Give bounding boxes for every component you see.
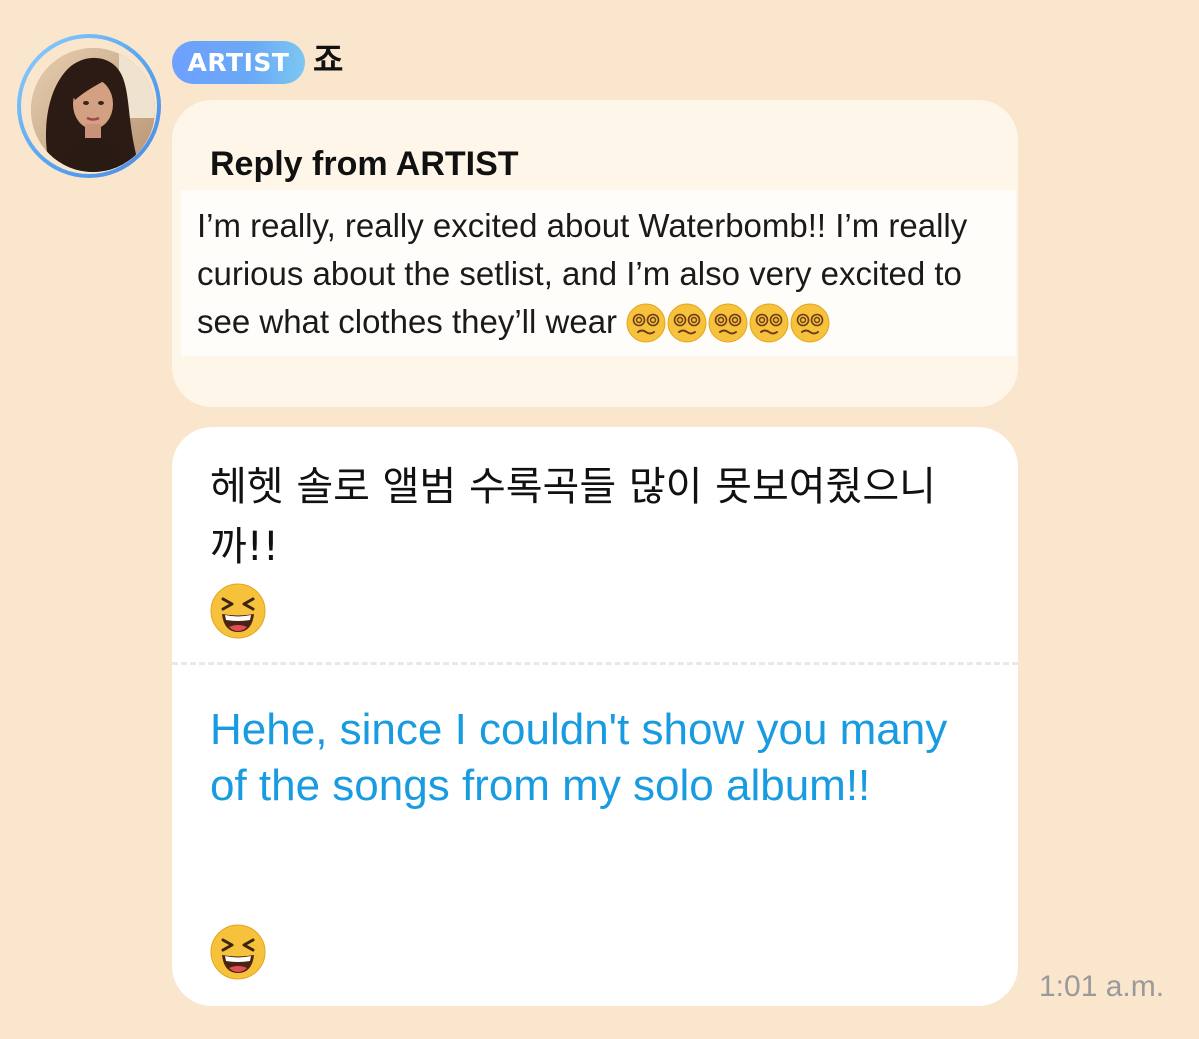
reply-emoji-row [626,303,831,356]
face-with-spiral-eyes-icon [790,303,830,343]
reply-text-body: I’m really, really excited about Waterbo… [197,207,968,340]
message-korean-text: 헤헷 솔로 앨범 수록곡들 많이 못보여줬으니까!! [210,464,936,570]
grinning-squinting-face-icon [210,583,266,639]
message-card[interactable]: 헤헷 솔로 앨범 수록곡들 많이 못보여줬으니까!! Hehe, since I… [172,427,1018,1006]
face-with-spiral-eyes-icon [667,303,707,343]
translation-divider [172,662,1018,665]
message-timestamp: 1:01 a.m. [1039,970,1165,1003]
grinning-squinting-face-icon [210,924,266,980]
artist-badge: ARTIST [172,41,305,84]
face-with-spiral-eyes-icon [708,303,748,343]
reply-quote: I’m really, really excited about Waterbo… [181,190,1016,356]
reply-heading: Reply from ARTIST [210,145,519,183]
face-with-spiral-eyes-icon [626,303,666,343]
reply-card[interactable]: Reply from ARTIST I’m really, really exc… [172,100,1018,407]
reply-text: I’m really, really excited about Waterbo… [197,202,1017,356]
face-with-spiral-eyes-icon [749,303,789,343]
message-translation-text: Hehe, since I couldn't show you many of … [210,705,948,810]
sender-name[interactable]: 죠 [313,40,343,80]
profile-photo [31,48,155,172]
avatar-gap [21,38,157,174]
avatar[interactable] [17,34,161,178]
